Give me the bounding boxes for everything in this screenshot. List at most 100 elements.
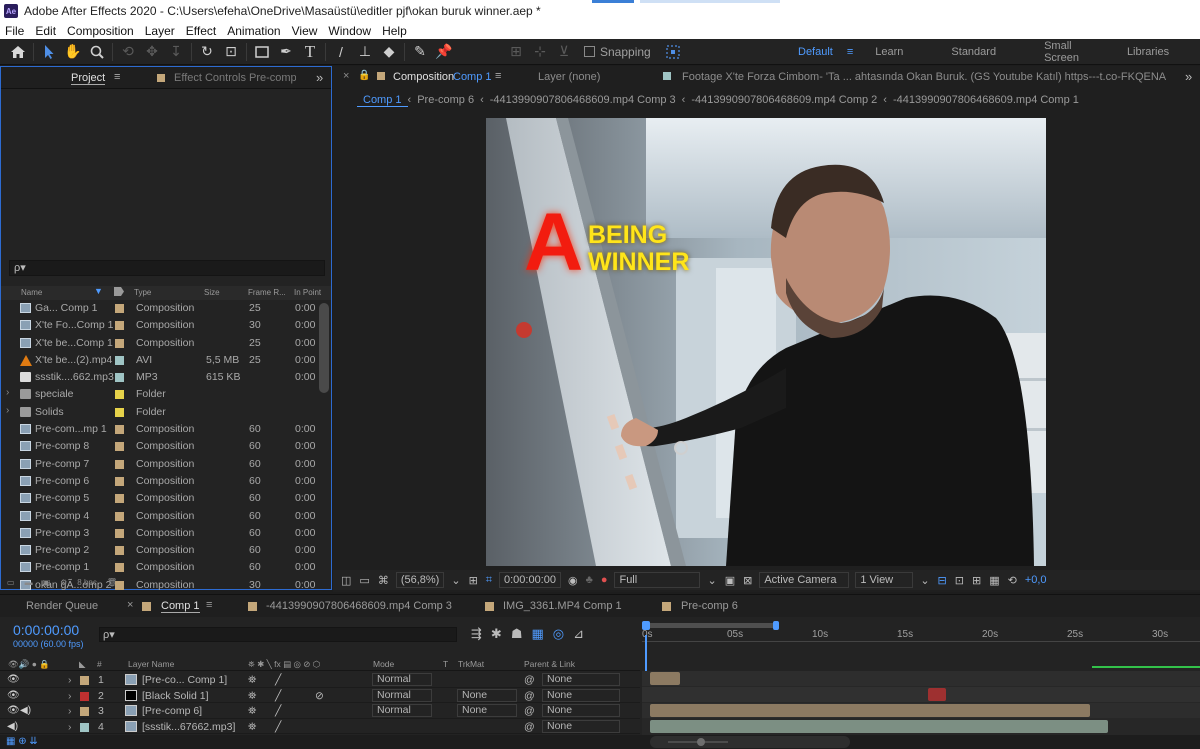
layer-parent-dropdown[interactable]: None <box>542 673 620 686</box>
puppet-pin-tool-icon[interactable]: 📌 <box>432 41 456 63</box>
col-in-point[interactable]: In Point <box>294 288 321 297</box>
time-ruler[interactable]: 0s 05s 10s 15s 20s 25s 30s <box>642 621 1200 705</box>
transparency-grid-icon[interactable]: ⊠ <box>743 574 752 587</box>
tab-layer[interactable]: Layer (none) <box>538 71 600 83</box>
roto-brush-tool-icon[interactable]: ✎ <box>408 41 432 63</box>
layer-label-swatch[interactable] <box>80 676 89 685</box>
panel-menu-icon[interactable]: ≡ <box>206 599 212 611</box>
label-column-icon[interactable]: ◣ <box>79 659 86 670</box>
layer-mode-dropdown[interactable]: Normal <box>372 673 432 686</box>
frame-blending-icon[interactable]: ▦ <box>531 626 543 642</box>
menu-composition[interactable]: Composition <box>62 24 140 38</box>
label-color-swatch[interactable] <box>115 355 124 365</box>
workspace-standard[interactable]: Standard <box>951 46 996 58</box>
project-item[interactable]: Pre-comp 4 Composition 60 0:00 <box>1 508 317 525</box>
project-item[interactable]: ssstik....662.mp3 MP3 615 KB 0:00 <box>1 369 317 386</box>
clone-stamp-tool-icon[interactable]: ⊥ <box>353 41 377 63</box>
mask-path-icon[interactable]: ⌗ <box>486 574 492 587</box>
label-color-swatch[interactable] <box>115 511 124 521</box>
label-color-swatch[interactable] <box>115 546 124 556</box>
workspace-libraries[interactable]: Libraries <box>1127 46 1169 58</box>
eye-visibility-icon[interactable]: 👁 <box>7 690 20 701</box>
always-preview-icon[interactable]: ◫ <box>341 574 351 587</box>
show-snapshot-icon[interactable]: ♣ <box>586 574 593 586</box>
snapping-toggle[interactable]: Snapping <box>584 45 651 59</box>
tab-composition-name[interactable]: Comp 1 <box>453 71 492 83</box>
layer-parent-dropdown[interactable]: None <box>542 704 620 717</box>
layer-parent-dropdown[interactable]: None <box>542 719 620 733</box>
pick-whip-icon[interactable]: @ <box>524 690 535 702</box>
layer-bar-3[interactable] <box>650 704 1090 717</box>
menu-file[interactable]: File <box>0 24 30 38</box>
pan-behind-tool-icon[interactable]: ⊡ <box>219 41 243 63</box>
workspace-default[interactable]: Default <box>798 46 833 58</box>
rotation-tool-icon[interactable]: ↻ <box>195 41 219 63</box>
timeline-timecode[interactable]: 0:00:00:00 <box>13 622 79 638</box>
project-item[interactable]: › Solids Folder <box>1 404 317 421</box>
col-trkmat[interactable]: TrkMat <box>458 659 484 669</box>
col-size[interactable]: Size <box>204 288 220 297</box>
chevron-down-icon[interactable]: ⌄ <box>920 574 929 587</box>
label-column-icon[interactable] <box>114 287 124 296</box>
work-area-end-handle[interactable] <box>773 621 779 630</box>
layer-label-swatch[interactable] <box>80 707 89 716</box>
text-tool-icon[interactable]: T <box>298 41 322 63</box>
layer-switches-header[interactable]: ⛯ ✱ ╲ fx ▤ ◎ ⊘ ⬡ <box>248 659 320 670</box>
tab-comp-1[interactable]: Comp 1 <box>161 600 200 613</box>
timeline-toggle-icons[interactable]: ▦ ⊕ ⇊ <box>6 736 38 747</box>
workspace-menu-icon[interactable]: ≡ <box>847 46 853 58</box>
menu-view[interactable]: View <box>287 24 324 38</box>
quality-switch-icon[interactable]: ╱ <box>275 705 281 717</box>
exposure-value[interactable]: +0,0 <box>1025 574 1047 586</box>
menu-edit[interactable]: Edit <box>30 24 62 38</box>
mask-visibility-icon[interactable]: ⌘ <box>378 574 389 587</box>
bpc-label[interactable]: 8 bpc <box>77 578 97 587</box>
sort-descending-icon[interactable]: ▼ <box>94 286 103 296</box>
project-item[interactable]: X'te be...(2).mp4 AVI 5,5 MB 25 0:00 <box>1 352 317 369</box>
project-item[interactable]: X'te Fo...Comp 1 Composition 30 0:00 <box>1 317 317 334</box>
timeline-search-input[interactable]: ρ▾ <box>99 627 457 642</box>
composition-mini-flowchart-icon[interactable]: ⇶ <box>471 626 482 642</box>
layer-name[interactable]: [ssstik...67662.mp3] <box>142 721 235 733</box>
breadcrumb-comp-1[interactable]: Comp 1 <box>357 94 408 107</box>
av-features-icon[interactable]: 👁🔊 ● 🔒 <box>8 659 50 670</box>
shy-layers-icon[interactable]: ☗ <box>511 626 523 642</box>
col-name[interactable]: Name <box>21 288 42 297</box>
breadcrumb-pre-comp-6[interactable]: Pre-comp 6 <box>411 94 480 106</box>
flowchart-icon[interactable]: ⊞ <box>972 574 981 587</box>
fast-previews-icon[interactable]: ⊡ <box>955 574 964 587</box>
label-color-swatch[interactable] <box>115 373 124 383</box>
panel-overflow-icon[interactable]: » <box>316 70 323 85</box>
tab-mp4-comp-3[interactable]: -4413990907806468609.mp4 Comp 3 <box>266 600 452 612</box>
col-mode[interactable]: Mode <box>373 659 394 669</box>
quality-switch-icon[interactable]: ╱ <box>275 674 281 686</box>
tab-project[interactable]: Project <box>71 72 106 85</box>
timeline-layer-row[interactable]: 👁 ◀) › 3 [Pre-comp 6] ⛯ ╱ Normal None @ None <box>0 703 640 719</box>
label-color-swatch[interactable] <box>115 494 124 504</box>
menu-window[interactable]: Window <box>323 24 377 38</box>
layer-name[interactable]: [Pre-comp 6] <box>142 705 202 717</box>
motion-blur-switch-icon[interactable]: ⊘ <box>315 690 324 702</box>
project-item[interactable]: Pre-comp 8 Composition 60 0:00 <box>1 438 317 455</box>
col-parent-link[interactable]: Parent & Link <box>524 659 575 669</box>
region-of-interest-icon[interactable]: ▣ <box>725 574 735 587</box>
project-item[interactable]: Ga... Comp 1 Composition 25 0:00 <box>1 300 317 317</box>
label-color-swatch[interactable] <box>115 476 124 486</box>
home-icon[interactable] <box>6 41 30 63</box>
rectangle-tool-icon[interactable] <box>250 41 274 63</box>
toggle-pixel-aspect-icon[interactable]: ⊟ <box>938 574 947 587</box>
label-color-swatch[interactable] <box>115 390 124 400</box>
hand-tool-icon[interactable]: ✋ <box>61 41 85 63</box>
label-color-swatch[interactable] <box>115 563 124 573</box>
label-color-swatch[interactable] <box>115 304 124 313</box>
brush-tool-icon[interactable]: / <box>329 41 353 63</box>
tab-effect-controls[interactable]: Effect Controls Pre-comp 8 <box>174 72 296 84</box>
snapshot-camera-icon[interactable]: ◉ <box>568 574 578 587</box>
view-layout-dropdown[interactable]: 1 View <box>855 572 914 588</box>
snap-options-icon[interactable] <box>661 41 685 63</box>
expand-folder-icon[interactable]: › <box>6 405 9 416</box>
close-tab-icon[interactable]: × <box>127 599 133 611</box>
layer-name[interactable]: [Pre-co... Comp 1] <box>142 674 227 686</box>
audio-speaker-icon[interactable]: ◀) <box>20 705 31 716</box>
selection-tool-icon[interactable] <box>37 41 61 63</box>
